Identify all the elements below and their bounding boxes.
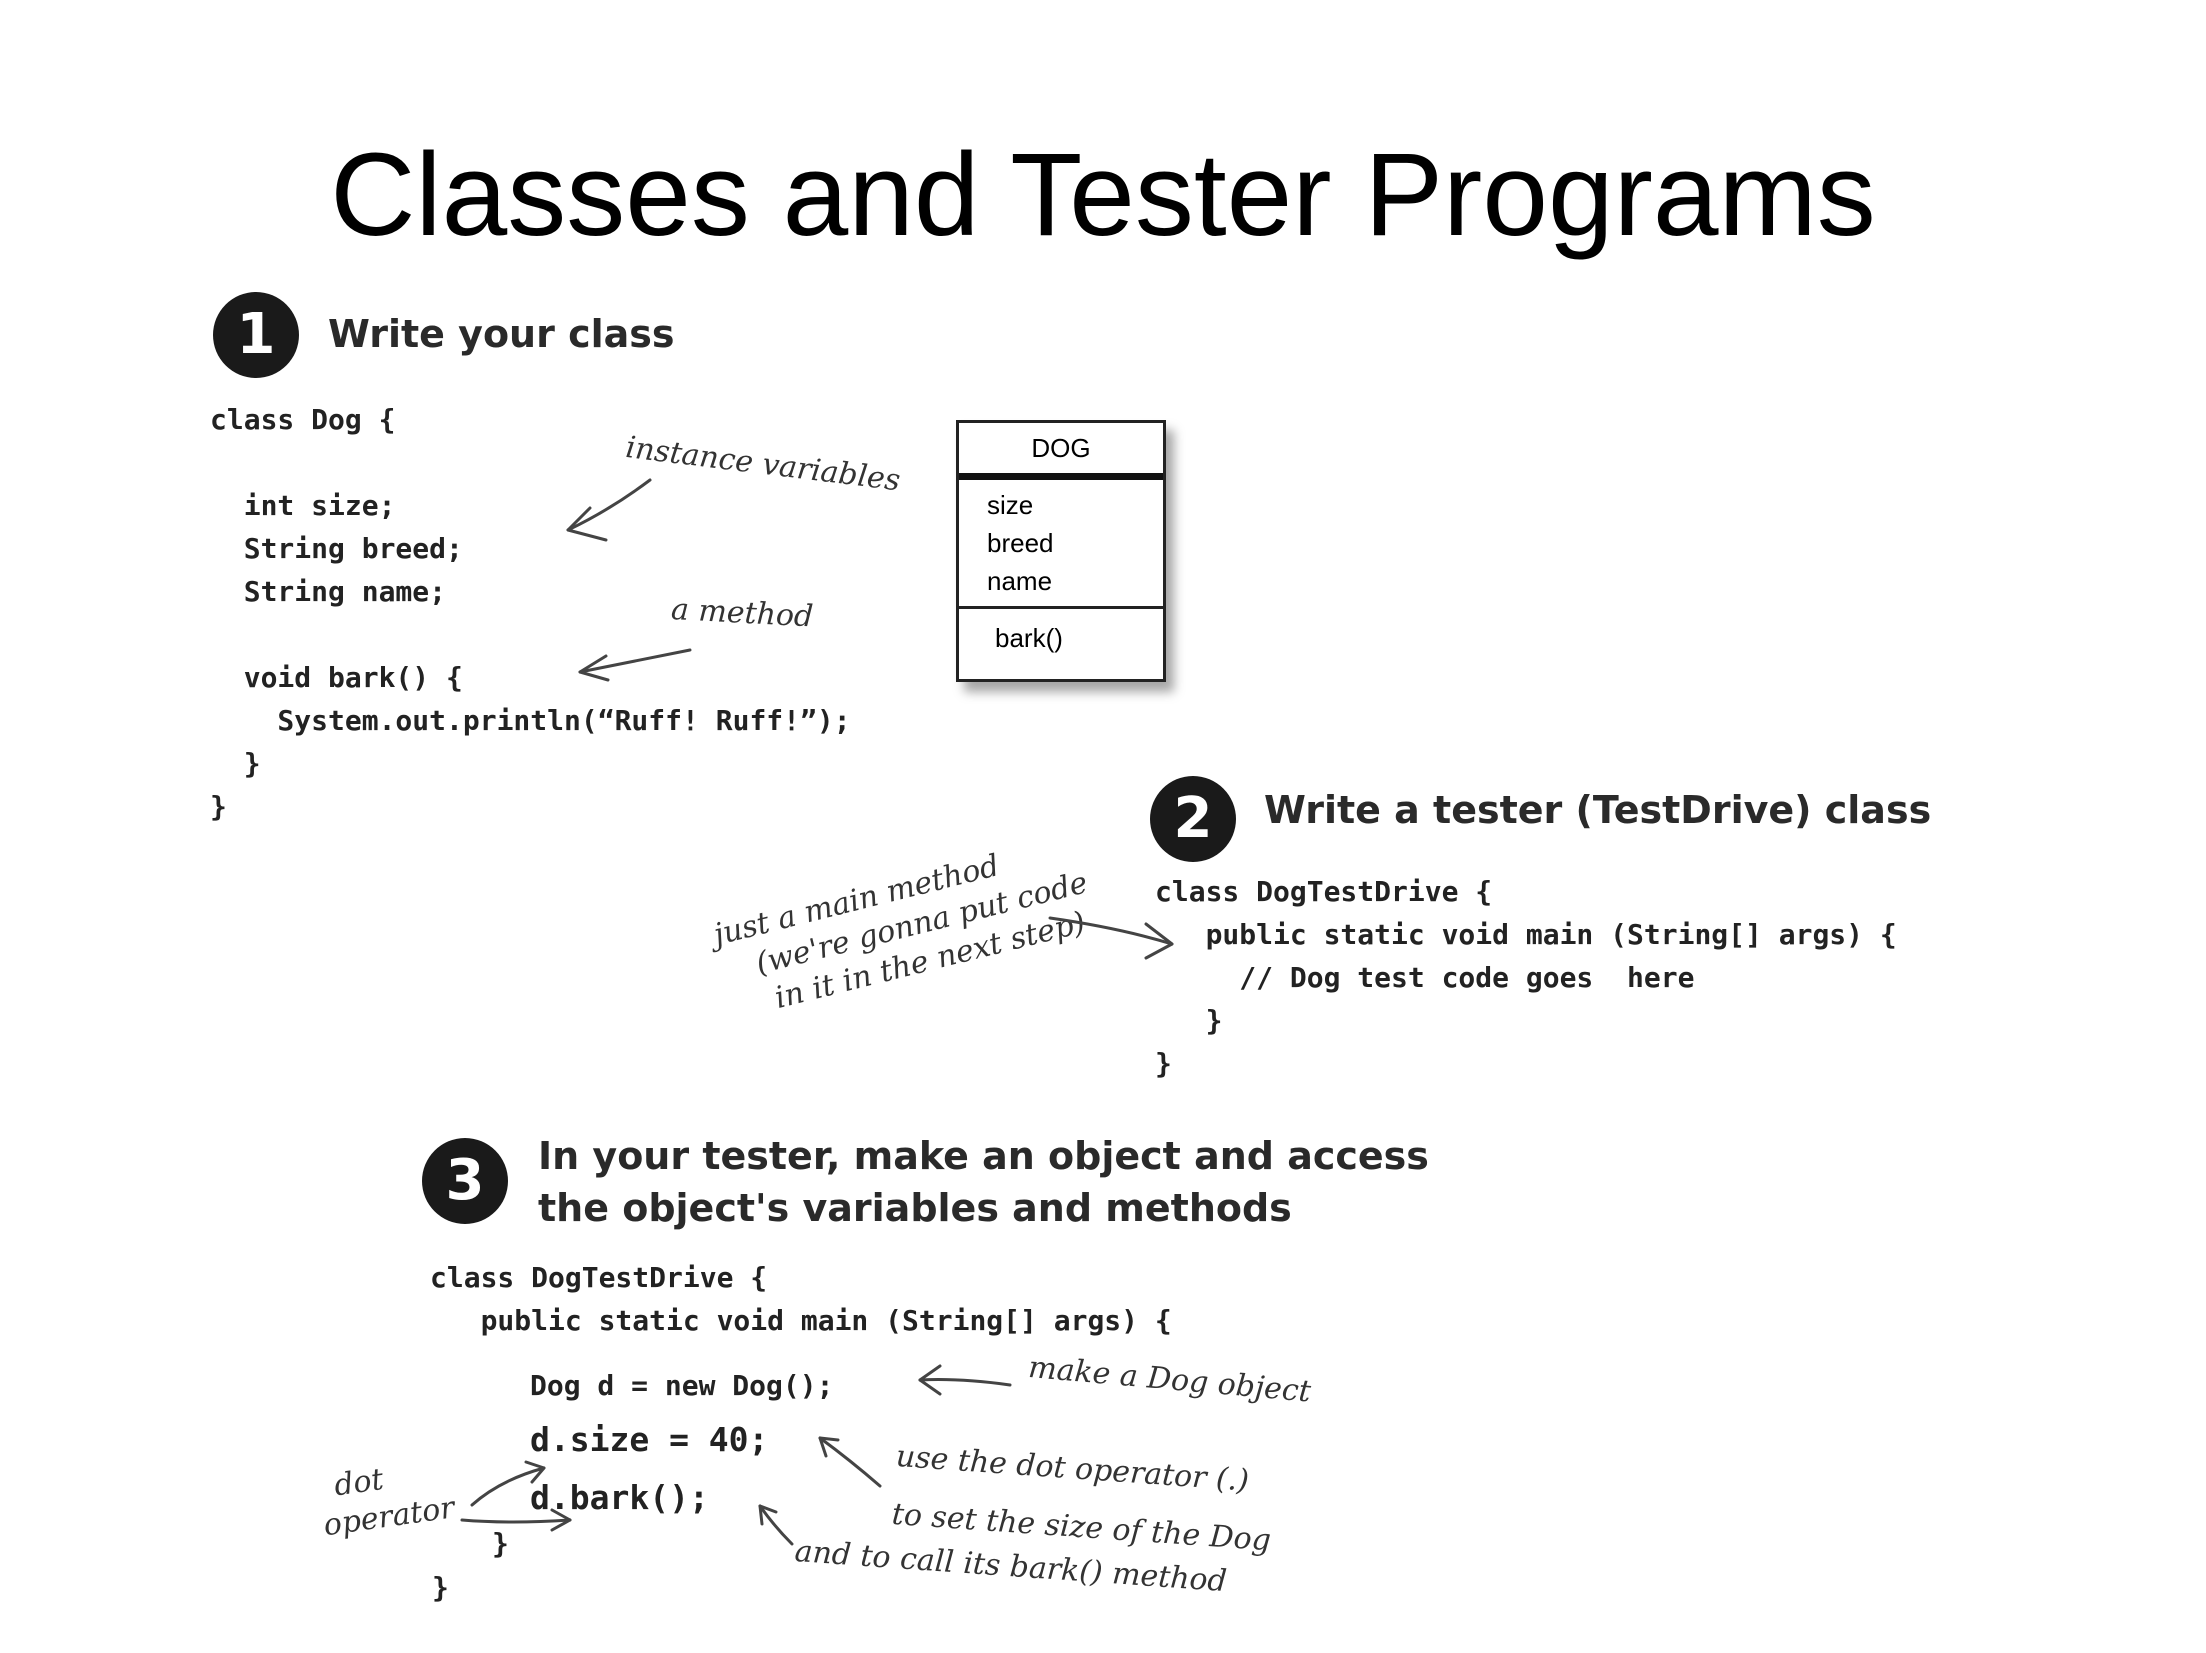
arrow-call-bark <box>758 1504 794 1546</box>
arrow-set-size <box>818 1436 882 1488</box>
arrow-main-method <box>1048 916 1174 960</box>
arrow-make-object <box>918 1364 1012 1396</box>
arrow-a-method <box>578 648 692 682</box>
arrow-instance-variables <box>566 478 652 542</box>
arrow-dot-operator-size <box>470 1460 546 1507</box>
annotation-arrows <box>460 478 1174 1546</box>
arrow-dot-operator-bark <box>460 1508 572 1532</box>
